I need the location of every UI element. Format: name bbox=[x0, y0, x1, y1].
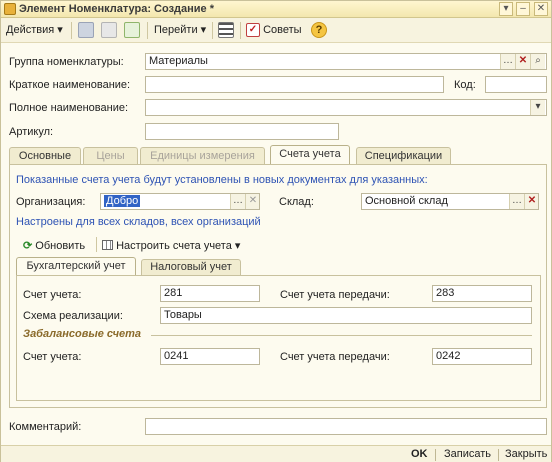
transfer-account-label: Счет учета передачи: bbox=[280, 289, 390, 301]
comment-field[interactable] bbox=[145, 418, 547, 435]
window-icon bbox=[4, 3, 16, 15]
warehouse-value: Основной склад bbox=[365, 195, 448, 207]
footer-bar: OK Записать Закрыть bbox=[1, 445, 551, 462]
warehouse-field[interactable]: Основной склад … ✕ bbox=[361, 193, 539, 210]
article-field[interactable] bbox=[145, 123, 339, 140]
actions-label: Действия bbox=[6, 24, 55, 36]
group-value: Материалы bbox=[149, 55, 208, 67]
organization-select-icon[interactable]: … bbox=[230, 194, 245, 209]
goto-menu[interactable]: Перейти ▾ bbox=[154, 22, 206, 39]
ok-button[interactable]: OK bbox=[411, 448, 428, 460]
ob-transfer-value: 0242 bbox=[436, 350, 461, 362]
grid-icon bbox=[102, 240, 113, 250]
refresh-button[interactable]: ⟳ Обновить bbox=[23, 239, 85, 252]
short-name-label: Краткое наименование: bbox=[9, 79, 131, 91]
transfer-account-value: 283 bbox=[436, 287, 455, 299]
organization-label: Организация: bbox=[16, 196, 86, 208]
code-label: Код: bbox=[454, 79, 476, 91]
toolbar-separator bbox=[71, 22, 72, 39]
help-icon: ? bbox=[311, 22, 327, 38]
code-field[interactable] bbox=[485, 76, 547, 93]
add-icon[interactable] bbox=[124, 22, 140, 39]
window: Элемент Номенклатура: Создание * ▾ – ✕ Д… bbox=[0, 0, 552, 462]
group-field[interactable]: Материалы … ✕ ⌕ bbox=[145, 53, 547, 70]
organization-field[interactable]: Добро … ✕ bbox=[100, 193, 260, 210]
structure-icon[interactable] bbox=[218, 22, 234, 39]
subtoolbar-separator bbox=[96, 237, 97, 252]
ob-transfer-field[interactable]: 0242 bbox=[432, 348, 532, 365]
account-value: 281 bbox=[164, 287, 183, 299]
full-name-field[interactable]: ▾ bbox=[145, 99, 547, 116]
ob-account-label: Счет учета: bbox=[23, 351, 82, 363]
article-label: Артикул: bbox=[9, 126, 54, 138]
accounts-info-text: Показанные счета учета будут установлены… bbox=[16, 174, 428, 186]
full-name-label: Полное наименование: bbox=[9, 102, 129, 114]
ob-account-value: 0241 bbox=[164, 350, 189, 362]
window-title: Элемент Номенклатура: Создание * bbox=[19, 3, 215, 15]
title-bar: Элемент Номенклатура: Создание * ▾ – ✕ bbox=[1, 1, 551, 18]
help-button[interactable]: ? bbox=[311, 22, 327, 39]
account-label: Счет учета: bbox=[23, 289, 82, 301]
save-button[interactable]: Записать bbox=[444, 448, 491, 460]
footer-separator bbox=[498, 449, 499, 461]
off-balance-divider bbox=[151, 335, 532, 336]
minimize-icon[interactable]: – bbox=[516, 2, 530, 16]
configure-accounts-label: Настроить счета учета bbox=[116, 240, 232, 252]
window-menu-icon[interactable]: ▾ bbox=[499, 2, 513, 16]
configured-scope-text: Настроены для всех складов, всех организ… bbox=[16, 216, 261, 228]
save-icon[interactable] bbox=[78, 22, 94, 39]
copy-icon[interactable] bbox=[101, 22, 117, 39]
short-name-field[interactable] bbox=[145, 76, 444, 93]
tab-accounting[interactable]: Бухгалтерский учет bbox=[16, 257, 136, 276]
tab-main[interactable]: Основные bbox=[9, 147, 81, 165]
close-icon[interactable]: ✕ bbox=[534, 2, 548, 16]
sales-scheme-value: Товары bbox=[164, 309, 202, 321]
tips-button[interactable]: ✓ Советы bbox=[246, 22, 302, 39]
organization-clear-icon[interactable]: ✕ bbox=[245, 194, 259, 209]
goto-label: Перейти bbox=[154, 24, 198, 36]
account-field[interactable]: 281 bbox=[160, 285, 260, 302]
comment-label: Комментарий: bbox=[9, 421, 82, 433]
tab-prices[interactable]: Цены bbox=[83, 147, 138, 165]
tips-icon: ✓ bbox=[246, 23, 260, 38]
toolbar-separator bbox=[147, 22, 148, 39]
footer-separator bbox=[435, 449, 436, 461]
tab-units[interactable]: Единицы измерения bbox=[140, 147, 265, 165]
toolbar-separator bbox=[240, 22, 241, 39]
ob-account-field[interactable]: 0241 bbox=[160, 348, 260, 365]
group-open-icon[interactable]: ⌕ bbox=[530, 54, 545, 69]
warehouse-label: Склад: bbox=[279, 196, 314, 208]
sales-scheme-label: Схема реализации: bbox=[23, 310, 123, 322]
off-balance-title: Забалансовые счета bbox=[23, 328, 142, 340]
tab-accounts[interactable]: Счета учета bbox=[270, 145, 350, 165]
warehouse-select-icon[interactable]: … bbox=[509, 194, 524, 209]
refresh-label: Обновить bbox=[35, 240, 86, 252]
group-label: Группа номенклатуры: bbox=[9, 56, 124, 68]
tips-label: Советы bbox=[263, 24, 302, 36]
transfer-account-field[interactable]: 283 bbox=[432, 285, 532, 302]
group-select-icon[interactable]: … bbox=[500, 54, 515, 69]
group-clear-icon[interactable]: ✕ bbox=[515, 54, 530, 69]
configure-accounts-button[interactable]: Настроить счета учета ▾ bbox=[102, 239, 240, 252]
organization-value: Добро bbox=[104, 195, 141, 207]
tab-specifications[interactable]: Спецификации bbox=[356, 147, 451, 165]
toolbar: Действия ▾ Перейти ▾ ✓ Советы ? bbox=[1, 18, 551, 43]
warehouse-clear-icon[interactable]: ✕ bbox=[524, 194, 538, 209]
ob-transfer-label: Счет учета передачи: bbox=[280, 351, 390, 363]
toolbar-separator bbox=[212, 22, 213, 39]
full-name-dropdown-icon[interactable]: ▾ bbox=[530, 100, 545, 115]
close-button[interactable]: Закрыть bbox=[505, 448, 547, 460]
tab-tax[interactable]: Налоговый учет bbox=[141, 259, 241, 275]
refresh-icon: ⟳ bbox=[23, 240, 33, 252]
actions-menu[interactable]: Действия ▾ bbox=[6, 22, 63, 39]
sales-scheme-field[interactable]: Товары bbox=[160, 307, 532, 324]
